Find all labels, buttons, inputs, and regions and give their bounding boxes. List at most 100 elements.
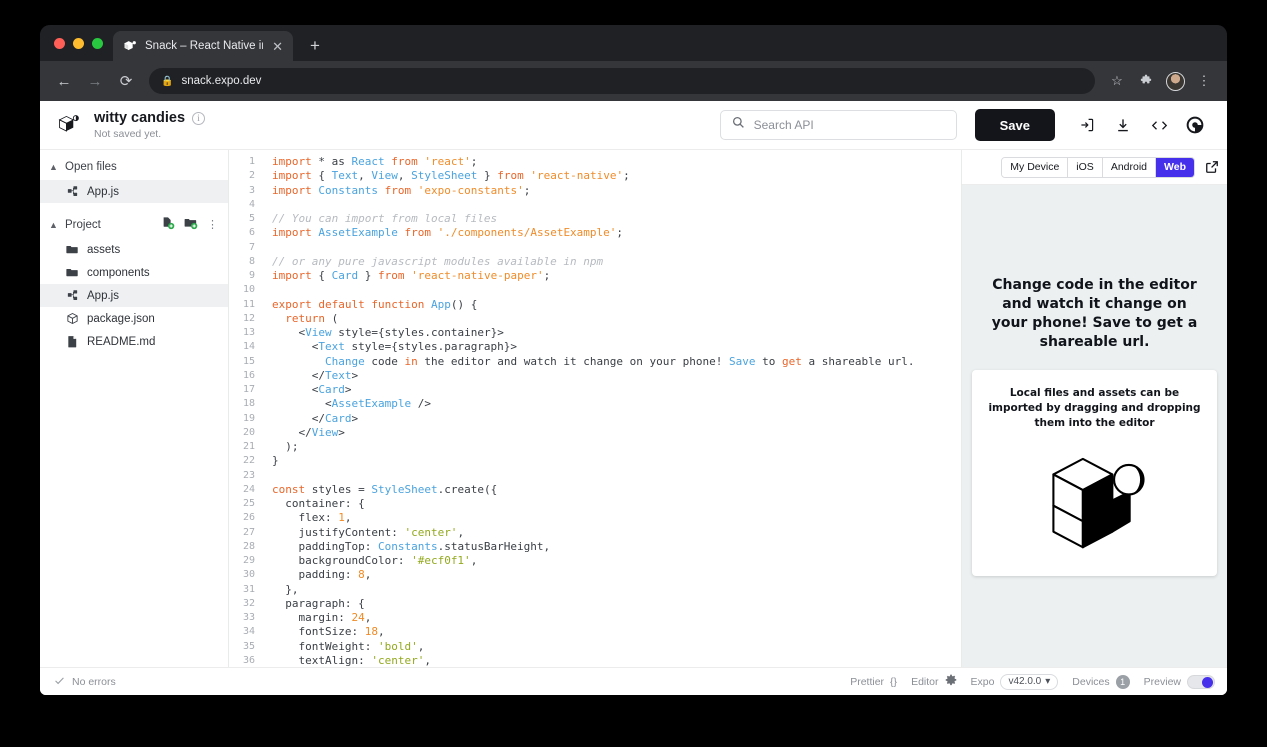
open-file-item-app-js[interactable]: App.js [40, 180, 228, 203]
close-window-button[interactable] [54, 37, 65, 49]
file-label: package.json [87, 312, 155, 325]
profile-avatar-icon[interactable] [1162, 68, 1188, 94]
platform-tab-web[interactable]: Web [1156, 157, 1194, 177]
preview-label: Preview [1143, 675, 1181, 688]
status-bar: No errors Prettier {} Editor Expo v42.0.… [40, 667, 1227, 695]
embed-code-icon[interactable] [1141, 109, 1177, 141]
new-tab-button[interactable]: + [301, 32, 329, 60]
address-bar[interactable]: 🔒 snack.expo.dev [149, 68, 1095, 94]
line-number: 2 [248, 170, 255, 182]
code-line[interactable]: <Card> [272, 383, 961, 397]
platform-tab-ios[interactable]: iOS [1068, 157, 1103, 177]
kebab-menu-icon[interactable]: ⋮ [207, 220, 218, 231]
code-line[interactable]: </View> [272, 426, 961, 440]
maximize-window-button[interactable] [92, 37, 103, 49]
code-line[interactable]: return ( [272, 312, 961, 326]
platform-tab-android[interactable]: Android [1102, 157, 1157, 177]
prettier-button[interactable]: Prettier {} [850, 676, 897, 688]
tab-title: Snack – React Native in the bro [145, 40, 263, 52]
code-line[interactable]: paddingTop: Constants.statusBarHeight, [272, 540, 961, 554]
code-line[interactable]: textAlign: 'center', [272, 654, 961, 667]
code-line[interactable] [272, 469, 961, 483]
devices-count-badge: 1 [1115, 674, 1130, 689]
info-icon[interactable]: i [192, 111, 206, 125]
add-folder-icon[interactable] [184, 216, 198, 235]
platform-segmented-control[interactable]: My Device iOS Android Web [1001, 156, 1195, 178]
back-arrow-icon[interactable]: ← [50, 67, 78, 95]
code-line[interactable]: backgroundColor: '#ecf0f1', [272, 554, 961, 568]
code-line[interactable]: fontWeight: 'bold', [272, 640, 961, 654]
code-line[interactable]: // or any pure javascript modules availa… [272, 255, 961, 269]
version-pill[interactable]: v42.0.0 ▾ [1000, 673, 1059, 690]
forward-arrow-icon[interactable]: → [81, 67, 109, 95]
code-line[interactable]: }, [272, 583, 961, 597]
sidebar-item-package-json[interactable]: package.json [40, 307, 228, 330]
code-line[interactable] [272, 198, 961, 212]
code-line[interactable]: <Text style={styles.paragraph}> [272, 340, 961, 354]
code-line[interactable]: paragraph: { [272, 597, 961, 611]
code-line[interactable]: margin: 24, [272, 611, 961, 625]
line-number: 12 [242, 312, 255, 324]
download-icon[interactable] [1105, 109, 1141, 141]
code-line[interactable]: fontSize: 18, [272, 625, 961, 639]
line-number: 26 [242, 512, 255, 524]
sidebar-item-assets[interactable]: assets [40, 238, 228, 261]
minimize-window-button[interactable] [73, 37, 84, 49]
search-api-box[interactable] [719, 110, 957, 140]
code-line[interactable] [272, 241, 961, 255]
preview-platform-tabs: My Device iOS Android Web [962, 150, 1227, 185]
line-number: 21 [242, 441, 255, 452]
code-line[interactable]: </Card> [272, 412, 961, 426]
code-line[interactable]: import { Text, View, StyleSheet } from '… [272, 169, 961, 183]
code-line[interactable]: ); [272, 440, 961, 454]
code-line[interactable]: flex: 1, [272, 511, 961, 525]
expo-logo-icon[interactable] [1177, 109, 1213, 141]
code-line[interactable]: import AssetExample from './components/A… [272, 226, 961, 240]
line-number: 36 [242, 654, 255, 666]
platform-tab-my-device[interactable]: My Device [1002, 157, 1069, 177]
reload-icon[interactable]: ⟳ [112, 67, 140, 95]
import-icon[interactable] [1069, 109, 1105, 141]
search-input[interactable] [753, 118, 945, 132]
code-line[interactable] [272, 283, 961, 297]
line-number: 34 [242, 626, 255, 638]
preview-toggle-group[interactable]: Preview [1143, 674, 1215, 689]
sidebar-item-components[interactable]: components [40, 261, 228, 284]
line-number: 27 [242, 526, 255, 538]
lock-icon: 🔒 [161, 75, 174, 87]
devices-button[interactable]: Devices 1 [1072, 674, 1130, 689]
code-line[interactable]: import Constants from 'expo-constants'; [272, 184, 961, 198]
caret-down-icon: ▾ [1045, 676, 1051, 687]
code-line[interactable]: import { Card } from 'react-native-paper… [272, 269, 961, 283]
project-section-header[interactable]: ▲ Project ⋮ [40, 212, 228, 238]
code-line[interactable]: import * as React from 'react'; [272, 155, 961, 169]
preview-toggle[interactable] [1187, 674, 1215, 689]
code-line[interactable]: </Text> [272, 369, 961, 383]
extensions-puzzle-icon[interactable] [1133, 68, 1159, 94]
code-editor[interactable]: 1 2 3 4 5 6 7 8 9 10 11 12 13 14 15 16 17 18 19 20 21 22 23 24 2… [229, 150, 962, 667]
project-meta: witty candies i Not saved yet. [94, 110, 206, 140]
star-icon[interactable]: ☆ [1104, 68, 1130, 94]
expo-version-selector[interactable]: Expo v42.0.0 ▾ [971, 673, 1059, 690]
code-line[interactable]: export default function App() { [272, 298, 961, 312]
code-line[interactable]: // You can import from local files [272, 212, 961, 226]
code-line[interactable]: padding: 8, [272, 568, 961, 582]
code-line[interactable]: justifyContent: 'center', [272, 526, 961, 540]
browser-menu-icon[interactable]: ⋮ [1191, 68, 1217, 94]
sidebar-item-app-js[interactable]: App.js [40, 284, 228, 307]
open-external-icon[interactable] [1205, 160, 1219, 174]
editor-settings-button[interactable]: Editor [911, 673, 956, 691]
code-line[interactable]: Change code in the editor and watch it c… [272, 355, 961, 369]
browser-tab[interactable]: Snack – React Native in the bro ✕ [113, 31, 293, 61]
code-line[interactable]: const styles = StyleSheet.create({ [272, 483, 961, 497]
open-files-section-header[interactable]: ▲ Open files [40, 154, 228, 180]
save-button[interactable]: Save [974, 109, 1055, 141]
code-line[interactable]: } [272, 454, 961, 468]
sidebar-item-readme-md[interactable]: README.md [40, 330, 228, 353]
code-line[interactable]: <AssetExample /> [272, 397, 961, 411]
code-content[interactable]: import * as React from 'react'; import { … [263, 150, 961, 667]
code-line[interactable]: container: { [272, 497, 961, 511]
code-line[interactable]: <View style={styles.container}> [272, 326, 961, 340]
add-file-icon[interactable] [161, 216, 175, 235]
close-icon[interactable]: ✕ [270, 40, 285, 53]
